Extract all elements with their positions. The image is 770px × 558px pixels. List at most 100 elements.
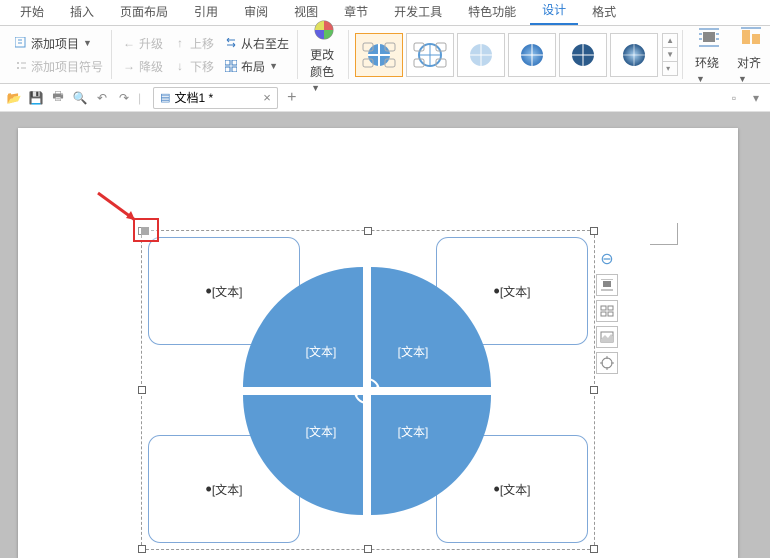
tab-dev[interactable]: 开发工具 — [382, 0, 454, 25]
demote-icon: → — [122, 59, 136, 73]
arrow-up-icon: ↑ — [173, 36, 187, 50]
ribbon-group-arrange: 环绕▼ 对齐▼ 选择窗格 — [685, 30, 770, 79]
panel-nav-button[interactable] — [596, 300, 618, 322]
smartart-circle: [文本] [文本] [文本] [文本] — [243, 267, 491, 515]
text-placeholder: [文本] — [212, 283, 243, 300]
text-placeholder: [文本] — [398, 343, 429, 360]
smartart-selection[interactable]: • [文本] • [文本] • [文本] • [文本] [文本] [文本] [文… — [141, 230, 595, 550]
demote-button[interactable]: →降级 — [118, 56, 167, 77]
resize-handle[interactable] — [364, 227, 372, 235]
resize-handle[interactable] — [138, 386, 146, 394]
wrap-label: 环绕 — [695, 56, 719, 70]
layout-icon — [224, 59, 238, 73]
page-corner-mark — [650, 223, 678, 245]
tab-design[interactable]: 设计 — [530, 0, 578, 25]
quad-tr[interactable]: [文本] — [371, 267, 491, 387]
style-6[interactable] — [610, 33, 658, 77]
gallery-more-button[interactable]: ▾ — [663, 62, 677, 75]
moveup-button[interactable]: ↑上移 — [169, 33, 218, 54]
resize-handle[interactable] — [590, 227, 598, 235]
document-page[interactable]: • [文本] • [文本] • [文本] • [文本] [文本] [文本] [文… — [18, 128, 738, 558]
quad-br[interactable]: [文本] — [371, 395, 491, 515]
qat-redo-icon[interactable]: ↷ — [116, 90, 132, 106]
style-3[interactable] — [457, 33, 505, 77]
add-item-icon — [14, 36, 28, 50]
tab-ref[interactable]: 引用 — [182, 0, 230, 25]
qat-print-icon[interactable]: 🖶 — [50, 90, 66, 106]
qat-preview-icon[interactable]: 🔍 — [72, 90, 88, 106]
wrap-icon — [695, 24, 723, 52]
movedown-button[interactable]: ↓下移 — [169, 56, 218, 77]
ribbon: 添加项目 ▼ 添加项目符号 ←升级 ↑上移 从右至左 →降级 ↓下移 布局▼ 更改… — [0, 26, 770, 84]
add-bullet-button[interactable]: 添加项目符号 — [10, 56, 107, 77]
align-button[interactable]: 对齐▼ — [731, 22, 770, 87]
arrow-down-icon: ↓ — [173, 59, 187, 73]
gallery-down-button[interactable]: ▼ — [663, 48, 677, 62]
promote-icon: ← — [122, 36, 136, 50]
qat-close-icon[interactable]: ▾ — [748, 90, 764, 106]
ribbon-group-color: 更改颜色▼ — [300, 30, 349, 79]
style-2[interactable] — [406, 33, 454, 77]
panel-color-button[interactable] — [596, 326, 618, 348]
style-5[interactable] — [559, 33, 607, 77]
text-placeholder: [文本] — [398, 423, 429, 440]
ribbon-tabs: 开始 插入 页面布局 引用 审阅 视图 章节 开发工具 特色功能 设计 格式 — [0, 0, 770, 26]
panel-style-button[interactable] — [596, 352, 618, 374]
style-gallery — [355, 33, 658, 77]
moveup-label: 上移 — [190, 35, 214, 52]
annotation-highlight-box — [133, 218, 159, 242]
doc-icon: ▤ — [160, 91, 170, 104]
demote-label: 降级 — [139, 58, 163, 75]
tab-layout[interactable]: 页面布局 — [108, 0, 180, 25]
qat-save-icon[interactable]: 💾 — [28, 90, 44, 106]
panel-minus-button[interactable]: ⊖ — [596, 248, 618, 270]
text-placeholder: [文本] — [306, 343, 337, 360]
tab-special[interactable]: 特色功能 — [456, 0, 528, 25]
resize-handle[interactable] — [590, 545, 598, 553]
document-tab[interactable]: ▤ 文档1 * × — [153, 87, 278, 109]
align-label: 对齐 — [737, 56, 761, 70]
ribbon-group-styles: ▲ ▼ ▾ — [351, 30, 683, 79]
rtl-button[interactable]: 从右至左 — [220, 33, 293, 54]
change-color-button[interactable]: 更改颜色▼ — [304, 14, 344, 96]
wrap-button[interactable]: 环绕▼ — [689, 22, 729, 87]
tab-review[interactable]: 审阅 — [232, 0, 280, 25]
tab-view[interactable]: 视图 — [282, 0, 330, 25]
tab-chapter[interactable]: 章节 — [332, 0, 380, 25]
add-item-label: 添加项目 — [31, 35, 79, 52]
dropdown-icon: ▼ — [83, 38, 92, 48]
style-1[interactable] — [355, 33, 403, 77]
movedown-label: 下移 — [190, 58, 214, 75]
gallery-up-button[interactable]: ▲ — [663, 34, 677, 48]
resize-handle[interactable] — [364, 545, 372, 553]
promote-button[interactable]: ←升级 — [118, 33, 167, 54]
resize-handle[interactable] — [138, 545, 146, 553]
smartart-content: • [文本] • [文本] • [文本] • [文本] [文本] [文本] [文… — [148, 237, 588, 543]
tab-format[interactable]: 格式 — [580, 0, 628, 25]
style-4[interactable] — [508, 33, 556, 77]
cycle-icon — [347, 371, 387, 411]
new-tab-button[interactable]: + — [284, 90, 300, 106]
quad-bl[interactable]: [文本] — [243, 395, 363, 515]
qat-overflow-icon[interactable]: ▫ — [726, 90, 742, 106]
dropdown-icon: ▼ — [269, 61, 278, 71]
tab-start[interactable]: 开始 — [8, 0, 56, 25]
document-tab-label: 文档1 * — [175, 89, 214, 106]
qat-open-icon[interactable]: 📂 — [6, 90, 22, 106]
resize-handle[interactable] — [590, 386, 598, 394]
layout-button[interactable]: 布局▼ — [220, 56, 282, 77]
ribbon-group-level: ←升级 ↑上移 从右至左 →降级 ↓下移 布局▼ — [114, 30, 298, 79]
panel-layout-button[interactable] — [596, 274, 618, 296]
ribbon-group-items: 添加项目 ▼ 添加项目符号 — [6, 30, 112, 79]
floating-options-panel: ⊖ — [596, 248, 618, 374]
close-tab-icon[interactable]: × — [263, 90, 271, 105]
tab-insert[interactable]: 插入 — [58, 0, 106, 25]
add-item-button[interactable]: 添加项目 ▼ — [10, 33, 107, 54]
text-placeholder: [文本] — [500, 481, 531, 498]
promote-label: 升级 — [139, 35, 163, 52]
qat-undo-icon[interactable]: ↶ — [94, 90, 110, 106]
rtl-label: 从右至左 — [241, 35, 289, 52]
text-placeholder: [文本] — [212, 481, 243, 498]
quad-tl[interactable]: [文本] — [243, 267, 363, 387]
quick-access-bar: 📂 💾 🖶 🔍 ↶ ↷ | ▤文档1 * × + ▫ ▾ — [0, 84, 770, 112]
